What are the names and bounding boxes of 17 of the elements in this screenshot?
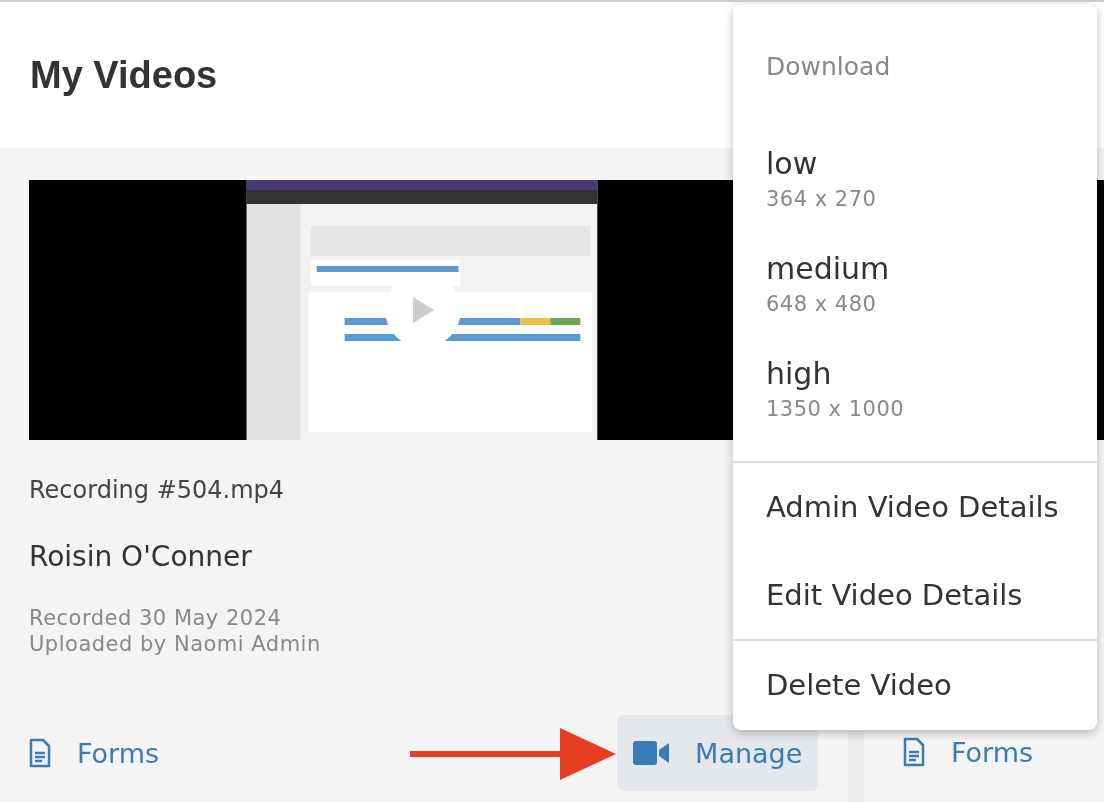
download-option[interactable]: high 1350 x 1000	[733, 356, 1097, 461]
video-camera-icon	[633, 741, 670, 765]
recorded-date: Recorded 30 May 2024	[29, 605, 282, 631]
manage-button[interactable]: Manage	[617, 715, 819, 791]
file-name: Recording #504.mp4	[29, 476, 285, 504]
document-icon	[903, 737, 925, 767]
forms-button[interactable]: Forms	[29, 715, 160, 791]
menu-heading: Download	[765, 52, 892, 81]
page-title: My Videos	[30, 53, 218, 97]
menu-item[interactable]: Edit Video Details	[733, 551, 1097, 639]
download-option[interactable]: low 364 x 270	[733, 146, 1097, 251]
document-icon	[29, 738, 51, 768]
uploaded-by: Uploaded by Naomi Admin	[29, 631, 321, 657]
play-icon	[410, 295, 436, 325]
download-option[interactable]: medium 648 x 480	[733, 251, 1097, 356]
person-name: Roisin O'Conner	[29, 540, 252, 573]
menu-item[interactable]: Admin Video Details	[733, 463, 1097, 551]
